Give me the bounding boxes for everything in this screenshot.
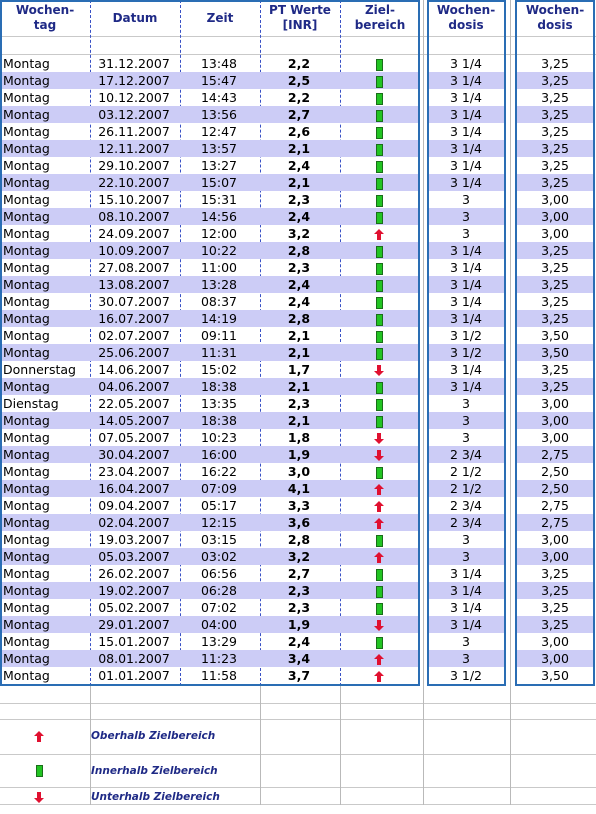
green-bar-icon: [35, 765, 43, 777]
wochendosis-decimal-frame: [515, 0, 595, 686]
legend-label: Oberhalb Zielbereich: [91, 730, 216, 742]
arrow-up-icon: [34, 730, 44, 742]
legend-icon-wrapper: [30, 719, 48, 753]
legend-label: Unterhalb Zielbereich: [91, 791, 220, 803]
arrow-down-icon: [34, 791, 44, 803]
main-table-frame: [0, 0, 420, 686]
wochendosis-frame: [427, 0, 506, 686]
legend-item: Oberhalb Zielbereich: [0, 719, 596, 753]
legend-item: Unterhalb Zielbereich: [0, 780, 596, 814]
legend-icon-wrapper: [30, 780, 48, 814]
